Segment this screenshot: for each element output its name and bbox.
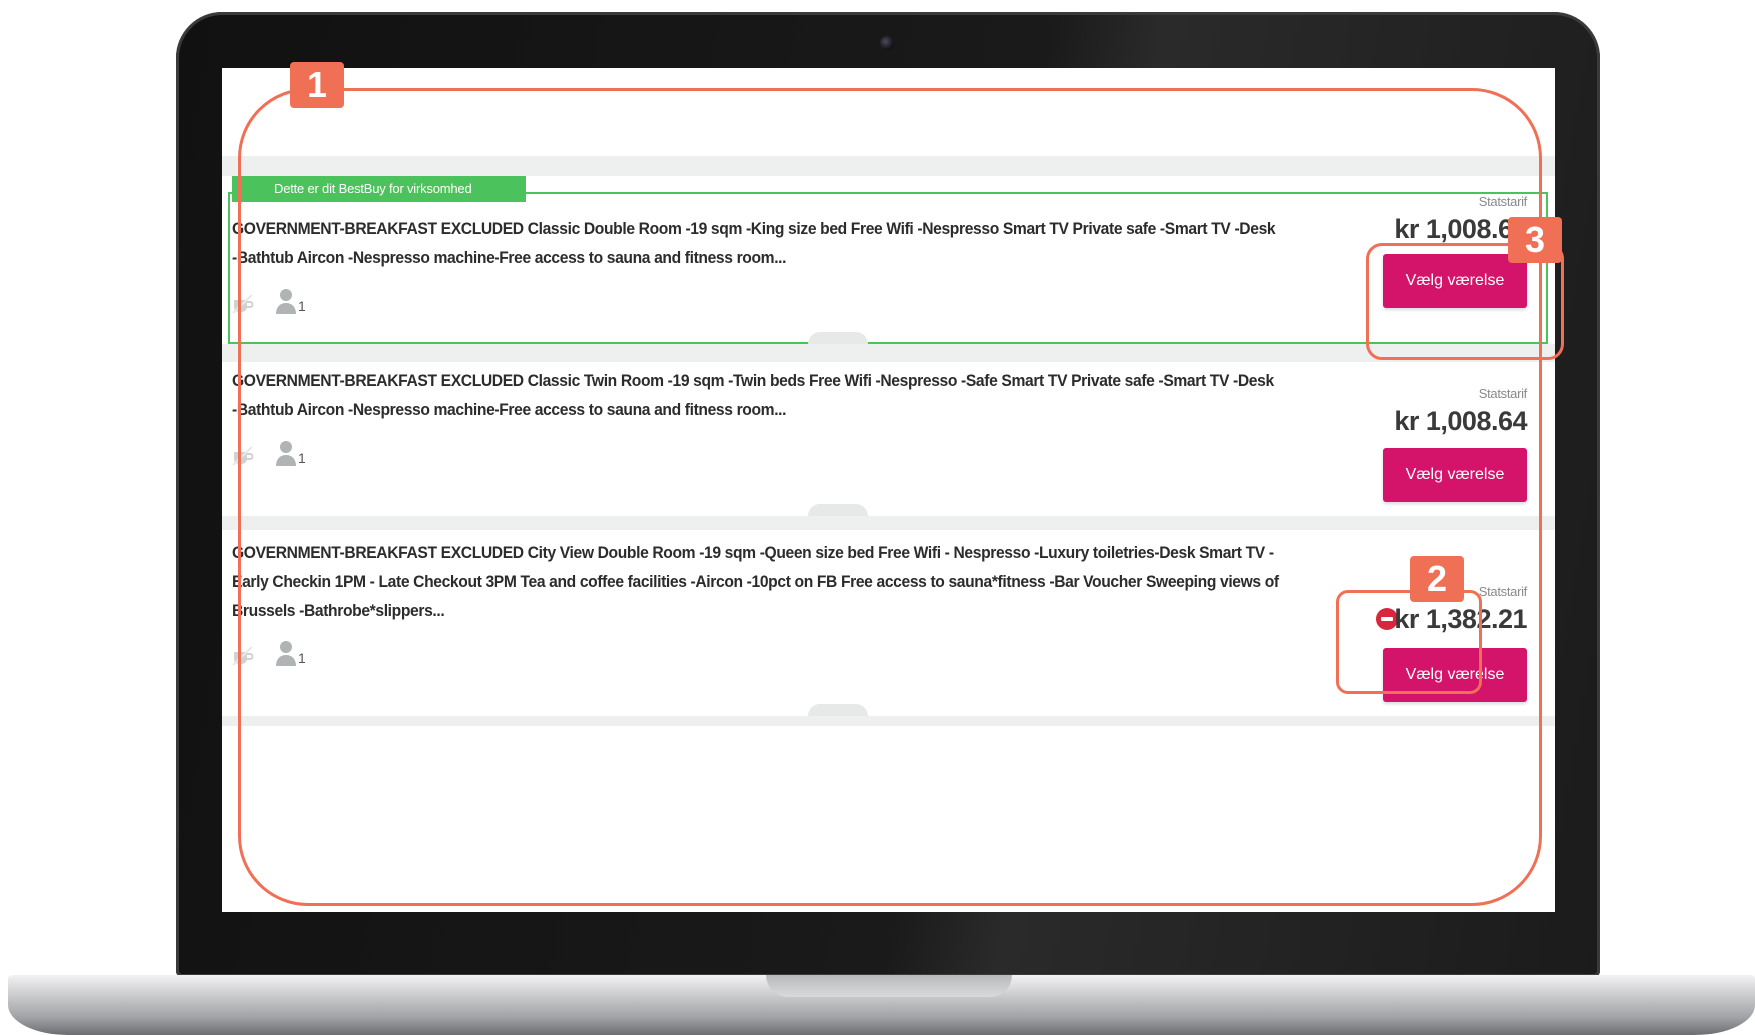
room-price: kr 1,008.64 — [1394, 406, 1527, 436]
select-room-button[interactable]: Vælg værelse — [1383, 448, 1527, 502]
person-icon — [276, 289, 296, 314]
rate-label: Statstarif — [1478, 194, 1528, 209]
occupancy: 1 — [276, 640, 306, 666]
breakfast-excluded-icon — [232, 294, 254, 314]
expand-tab[interactable] — [808, 504, 868, 516]
expand-tab[interactable] — [808, 332, 868, 344]
room-description: GOVERNMENT-BREAKFAST EXCLUDED Classic Do… — [232, 219, 1276, 267]
occupancy: 1 — [276, 288, 306, 314]
room-meta: 1 — [232, 640, 306, 666]
person-icon — [276, 641, 296, 666]
bestbuy-banner: Dette er dit BestBuy for virksomhed — [232, 176, 526, 202]
list-separator — [222, 344, 1555, 362]
occupancy-count: 1 — [298, 650, 306, 666]
person-icon — [276, 441, 296, 466]
annotation-badge-2: 2 — [1410, 556, 1464, 602]
list-separator — [222, 156, 1555, 176]
rate-label: Statstarif — [1478, 386, 1528, 401]
room-price: kr 1,382.21 — [1394, 604, 1527, 634]
annotation-badge-1: 1 — [290, 62, 344, 108]
room-description: GOVERNMENT-BREAKFAST EXCLUDED Classic Tw… — [232, 371, 1274, 419]
laptop-notch — [766, 975, 1012, 997]
laptop-screen: Dette er dit BestBuy for virksomhed GOVE… — [222, 68, 1555, 912]
room-meta: 1 — [232, 288, 306, 314]
rate-label: Statstarif — [1478, 584, 1528, 599]
select-room-button[interactable]: Vælg værelse — [1383, 254, 1527, 308]
select-room-button[interactable]: Vælg værelse — [1383, 648, 1527, 702]
occupancy-count: 1 — [298, 450, 306, 466]
occupancy: 1 — [276, 440, 306, 466]
webcam-icon — [880, 36, 894, 50]
list-separator — [222, 716, 1555, 726]
room-description: GOVERNMENT-BREAKFAST EXCLUDED City View … — [232, 543, 1279, 620]
occupancy-count: 1 — [298, 298, 306, 314]
breakfast-excluded-icon — [232, 646, 254, 666]
room-meta: 1 — [232, 440, 306, 466]
list-separator — [222, 516, 1555, 530]
expand-tab[interactable] — [808, 704, 868, 716]
breakfast-excluded-icon — [232, 446, 254, 466]
annotation-badge-3: 3 — [1508, 217, 1562, 263]
